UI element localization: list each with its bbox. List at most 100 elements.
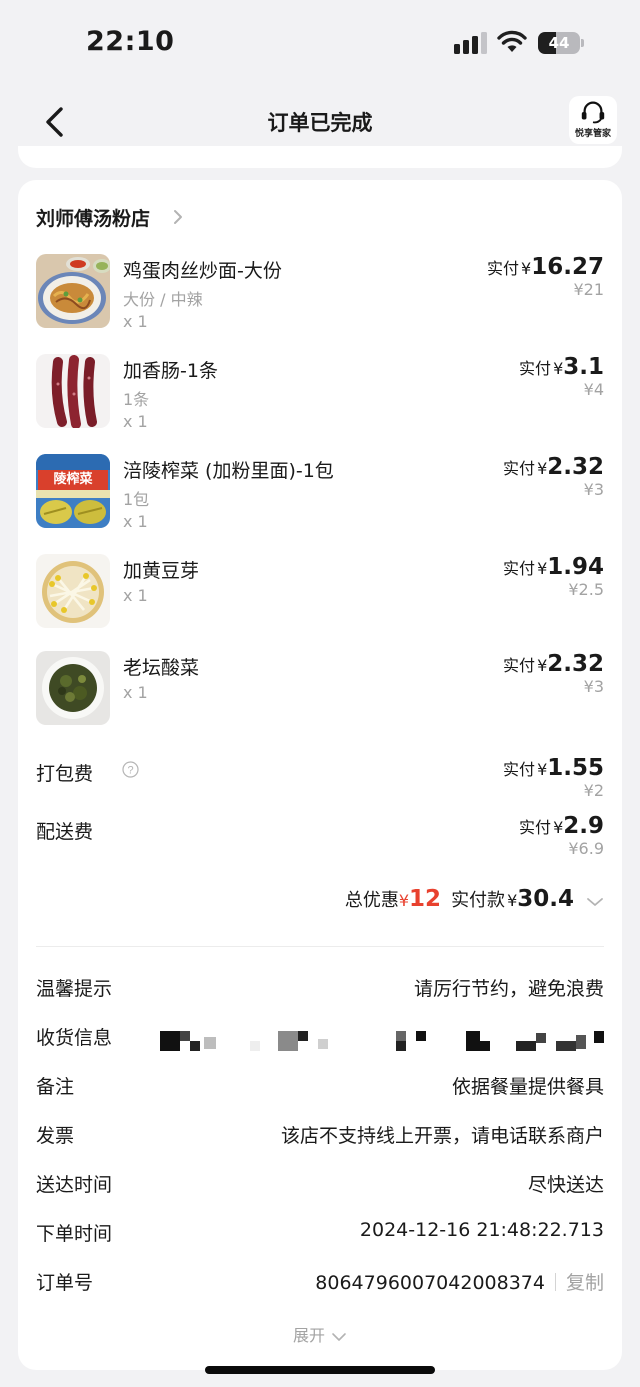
order-item[interactable]: 老坛酸菜 x 1 实付 ¥2.32 ¥3 [36, 651, 604, 731]
price-block: 实付 ¥2.32 ¥3 [503, 454, 604, 499]
order-number-row: 订单号 8064796007042008374 复制 [36, 1268, 604, 1298]
item-qty: x 1 [123, 512, 148, 531]
svg-text:?: ? [127, 765, 133, 777]
original-price: ¥21 [573, 280, 604, 299]
discount-amount: 12 [409, 886, 442, 912]
order-item[interactable]: 鸡蛋肉丝炒面-大份 大份 / 中辣 x 1 实付 ¥16.27 ¥21 [36, 254, 604, 334]
chevron-down-icon [332, 1332, 346, 1341]
price-block: 实付 ¥3.1 ¥4 [519, 354, 604, 399]
paid-amount: 2.9 [563, 813, 604, 839]
item-qty: x 1 [123, 586, 148, 605]
address-row: 收货信息 [36, 1023, 604, 1053]
fried-noodles-image [36, 254, 110, 328]
sausage-image [36, 354, 110, 428]
discount-label: 总优惠 [344, 890, 399, 911]
paid-label: 实付 [519, 818, 552, 837]
order-number-value: 8064796007042008374 复制 [315, 1268, 604, 1295]
battery-level: 44 [548, 34, 570, 52]
delivery-fee-row: 配送费 实付 ¥2.9 ¥6.9 [36, 813, 604, 873]
order-time-row: 下单时间 2024-12-16 21:48:22.713 [36, 1219, 604, 1249]
paid-amount: 16.27 [531, 254, 604, 280]
previous-card-edge [18, 146, 622, 168]
order-item[interactable]: 陵榨菜 涪陵榨菜 (加粉里面)-1包 1包 x 1 实付 ¥2.32 ¥3 [36, 454, 604, 534]
status-bar: 22:10 44 [0, 0, 640, 90]
battery-icon: 44 [538, 32, 584, 54]
divider [36, 946, 604, 947]
currency-symbol: ¥ [553, 359, 564, 378]
nav-bar: 订单已完成 悦享管家 [0, 90, 640, 154]
currency-symbol: ¥ [537, 559, 548, 578]
info-label: 送达时间 [36, 1174, 113, 1196]
item-spec: 1条 [123, 390, 150, 409]
paid-amount: 2.32 [547, 454, 604, 480]
item-name: 加黄豆芽 [123, 560, 200, 582]
paid-label: 实付 [503, 459, 536, 478]
item-spec: 1包 [123, 490, 150, 509]
currency-symbol: ¥ [553, 818, 564, 837]
delivery-time-row: 送达时间 尽快送达 [36, 1170, 604, 1200]
original-price: ¥2.5 [568, 580, 604, 599]
price-block: 实付 ¥1.94 ¥2.5 [503, 554, 604, 599]
info-value: 该店不支持线上开票，请电话联系商户 [280, 1125, 604, 1147]
copy-button[interactable]: 复制 [566, 1272, 604, 1294]
item-qty: x 1 [123, 683, 148, 702]
info-value: 请厉行节约，避免浪费 [413, 978, 604, 1000]
info-label: 发票 [36, 1125, 75, 1147]
help-icon[interactable]: ? [122, 761, 139, 778]
original-price: ¥3 [583, 480, 604, 499]
info-value: 尽快送达 [527, 1174, 604, 1196]
order-item[interactable]: 加黄豆芽 x 1 实付 ¥1.94 ¥2.5 [36, 554, 604, 634]
headset-icon [581, 101, 605, 124]
redacted-address [160, 1027, 604, 1051]
chevron-right-icon[interactable] [172, 208, 184, 226]
item-qty: x 1 [123, 412, 148, 431]
info-label: 收货信息 [36, 1027, 113, 1049]
home-indicator [205, 1366, 435, 1374]
paid-amount: 3.1 [563, 354, 604, 380]
currency-symbol: ¥ [537, 760, 548, 779]
item-qty: x 1 [123, 312, 148, 331]
fee-label: 配送费 [36, 821, 94, 843]
tip-row: 温馨提示 请厉行节约，避免浪费 [36, 974, 604, 1004]
currency-symbol: ¥ [537, 459, 548, 478]
item-name: 老坛酸菜 [123, 657, 200, 679]
paid-label: 实付 [503, 760, 536, 779]
info-label: 备注 [36, 1076, 75, 1098]
expand-button[interactable]: 展开 [18, 1322, 622, 1346]
status-time: 22:10 [86, 26, 175, 57]
original-price: ¥3 [583, 677, 604, 696]
info-label: 订单号 [36, 1272, 94, 1294]
item-name: 涪陵榨菜 (加粉里面)-1包 [123, 460, 334, 482]
info-label: 下单时间 [36, 1223, 113, 1245]
package-label: 陵榨菜 [53, 472, 93, 487]
price-block: 实付 ¥16.27 ¥21 [487, 254, 604, 299]
note-row: 备注 依据餐量提供餐具 [36, 1072, 604, 1102]
order-summary[interactable]: 总优惠¥12 实付款 ¥30.4 [345, 886, 604, 920]
pickled-mustard-package-image: 陵榨菜 [36, 454, 110, 528]
customer-service-button[interactable]: 悦享管家 [569, 96, 617, 144]
chevron-down-icon[interactable] [586, 896, 604, 908]
shop-name[interactable]: 刘师傅汤粉店 [36, 204, 150, 231]
page-title: 订单已完成 [267, 111, 373, 135]
order-card: 刘师傅汤粉店 鸡蛋肉丝炒面-大份 大份 / 中辣 x 1 实付 ¥16.27 ¥… [18, 180, 622, 1370]
total-amount: 30.4 [517, 886, 574, 912]
total-label: 实付款 [451, 890, 506, 911]
original-price: ¥4 [583, 380, 604, 399]
currency-symbol: ¥ [521, 259, 532, 278]
bean-sprouts-image [36, 554, 110, 628]
price-block: 实付 ¥2.9 ¥6.9 [519, 813, 604, 858]
paid-amount: 2.32 [547, 651, 604, 677]
paid-amount: 1.55 [547, 755, 604, 781]
item-spec: 大份 / 中辣 [123, 290, 203, 309]
order-item[interactable]: 加香肠-1条 1条 x 1 实付 ¥3.1 ¥4 [36, 354, 604, 434]
info-value: 2024-12-16 21:48:22.713 [359, 1219, 604, 1241]
paid-amount: 1.94 [547, 554, 604, 580]
divider [554, 1273, 556, 1291]
invoice-row: 发票 该店不支持线上开票，请电话联系商户 [36, 1121, 604, 1151]
currency-symbol: ¥ [537, 656, 548, 675]
order-number: 8064796007042008374 [315, 1272, 545, 1294]
packaging-fee-row: 打包费 ? 实付 ¥1.55 ¥2 [36, 755, 604, 815]
item-name: 鸡蛋肉丝炒面-大份 [123, 260, 282, 282]
original-price: ¥6.9 [568, 839, 604, 858]
pickled-cabbage-image [36, 651, 110, 725]
